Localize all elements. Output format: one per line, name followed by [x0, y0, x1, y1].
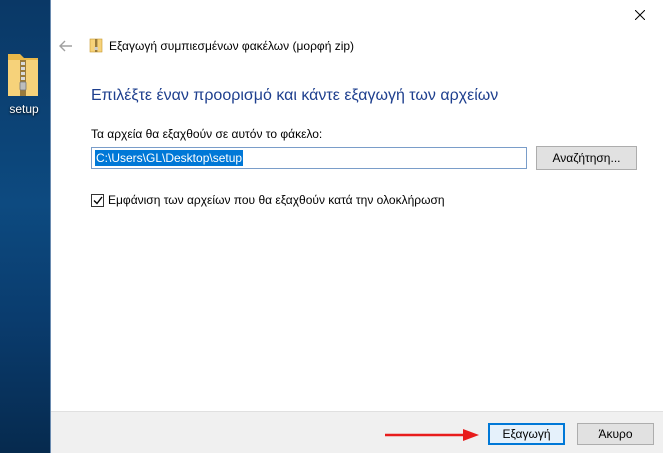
extract-dialog: Εξαγωγή συμπιεσμένων φακέλων (μορφή zip)… — [50, 0, 663, 453]
zip-folder-icon — [89, 38, 103, 53]
checkmark-icon — [93, 196, 103, 205]
page-heading: Επιλέξτε έναν προορισμό και κάντε εξαγωγ… — [91, 87, 499, 104]
destination-path-input[interactable]: C:\Users\GL\Desktop\setup — [91, 147, 527, 169]
desktop-background: setup — [0, 0, 50, 453]
desktop-icon-setup[interactable]: setup — [0, 44, 48, 122]
cancel-button[interactable]: Άκυρο — [577, 423, 654, 445]
desktop-icon-label: setup — [9, 102, 39, 116]
zip-folder-icon — [8, 54, 38, 96]
destination-label: Τα αρχεία θα εξαχθούν σε αυτόν το φάκελο… — [91, 127, 323, 141]
destination-path-text: C:\Users\GL\Desktop\setup — [95, 150, 244, 166]
wizard-title: Εξαγωγή συμπιεσμένων φακέλων (μορφή zip) — [109, 39, 355, 53]
wizard-nav: Εξαγωγή συμπιεσμένων φακέλων (μορφή zip) — [51, 34, 663, 58]
show-files-checkbox[interactable] — [91, 193, 104, 207]
back-arrow-icon — [59, 40, 72, 52]
browse-button[interactable]: Αναζήτηση... — [536, 146, 637, 170]
back-button[interactable] — [57, 36, 75, 56]
show-files-option[interactable]: Εμφάνιση των αρχείων που θα εξαχθούν κατ… — [91, 192, 445, 208]
dialog-footer: Εξαγωγή Άκυρο — [51, 411, 663, 453]
extract-button[interactable]: Εξαγωγή — [488, 423, 565, 445]
annotation-arrow-icon — [385, 429, 479, 441]
title-bar — [51, 0, 663, 30]
close-icon — [635, 10, 645, 20]
show-files-label: Εμφάνιση των αρχείων που θα εξαχθούν κατ… — [108, 193, 445, 207]
close-button[interactable] — [617, 0, 663, 30]
